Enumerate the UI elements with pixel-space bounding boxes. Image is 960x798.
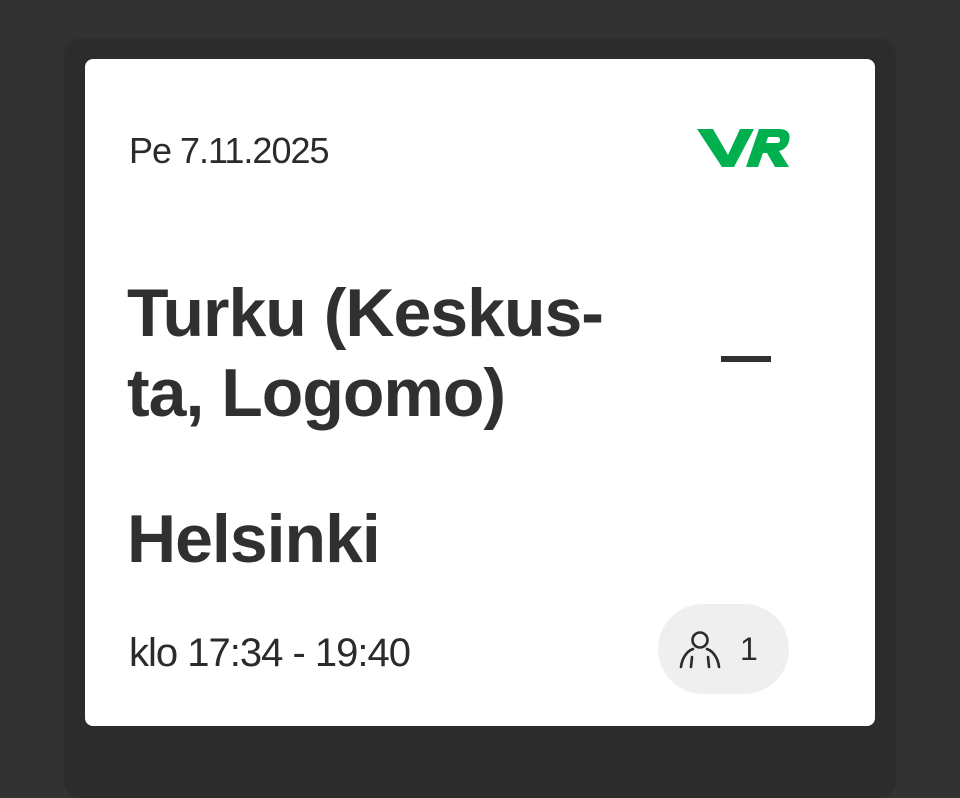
origin-line-2: ta, Logomo) bbox=[127, 355, 506, 431]
ticket-card[interactable]: Pe 7.11.2025 Turku (Keskus- ta, Logomo) … bbox=[85, 59, 875, 726]
vr-logo bbox=[697, 129, 790, 167]
travel-time: klo 17:34 - 19:40 bbox=[129, 631, 411, 675]
passenger-badge[interactable]: 1 bbox=[658, 604, 789, 694]
travel-date: Pe 7.11.2025 bbox=[129, 130, 330, 171]
origin-line-1: Turku (Keskus- bbox=[127, 275, 604, 351]
person-icon bbox=[679, 631, 721, 669]
route-separator bbox=[721, 356, 771, 362]
passenger-count: 1 bbox=[740, 631, 758, 667]
origin-station: Turku (Keskus- ta, Logomo) bbox=[127, 273, 687, 433]
destination-station: Helsinki bbox=[127, 501, 381, 577]
